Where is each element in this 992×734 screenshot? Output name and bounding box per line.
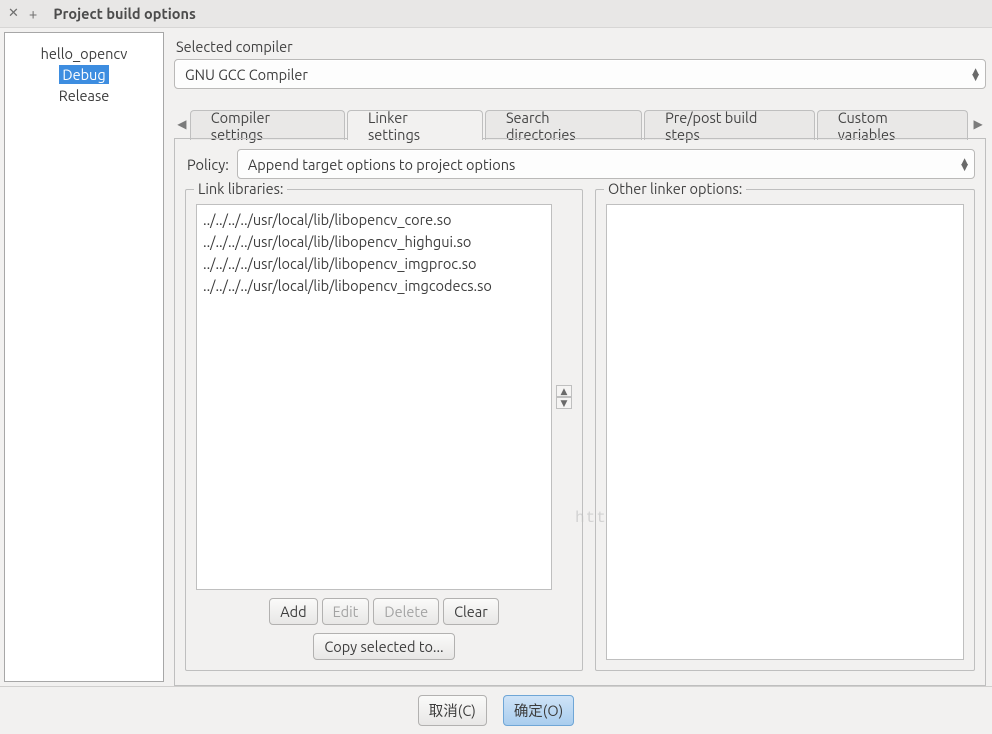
tab-underline — [174, 138, 986, 139]
ok-button[interactable]: 确定(O) — [503, 695, 574, 726]
compiler-select-value: GNU GCC Compiler — [185, 66, 308, 83]
other-linker-textarea[interactable] — [606, 204, 964, 660]
edit-button: Edit — [322, 598, 370, 625]
tab-content-linker: http://blog.csdn.net/ Policy: Append tar… — [174, 139, 986, 686]
tab-search-directories[interactable]: Search directories — [485, 110, 642, 140]
tab-compiler-settings[interactable]: Compiler settings — [190, 110, 345, 140]
list-item[interactable]: ../../../../usr/local/lib/libopencv_core… — [203, 209, 545, 231]
copy-selected-button[interactable]: Copy selected to... — [313, 633, 454, 660]
policy-select-value: Append target options to project options — [248, 156, 515, 173]
tab-scroll-right[interactable]: ▶ — [970, 109, 986, 139]
tab-linker-settings[interactable]: Linker settings — [347, 110, 483, 140]
reorder-spinner[interactable]: ▲ ▼ — [556, 204, 572, 590]
chevron-updown-icon: ▲▼ — [972, 68, 979, 80]
tabs-bar: ◀ Compiler settings Linker settings Sear… — [174, 105, 986, 139]
minimize-icon[interactable]: + — [29, 6, 37, 21]
close-icon[interactable]: ✕ — [8, 7, 19, 20]
tree-item-debug[interactable]: Debug — [5, 64, 163, 85]
tab-prepost-build[interactable]: Pre/post build steps — [644, 110, 815, 140]
target-tree: hello_opencv Debug Release — [4, 32, 164, 682]
tree-item-release[interactable]: Release — [5, 85, 163, 106]
link-libraries-legend: Link libraries: — [194, 180, 287, 197]
chevron-down-icon[interactable]: ▼ — [556, 397, 572, 409]
policy-select[interactable]: Append target options to project options… — [237, 149, 975, 179]
list-item[interactable]: ../../../../usr/local/lib/libopencv_imgp… — [203, 253, 545, 275]
chevron-updown-icon: ▲▼ — [961, 158, 968, 170]
cancel-button[interactable]: 取消(C) — [418, 695, 487, 726]
tab-scroll-left[interactable]: ◀ — [174, 109, 190, 139]
tab-custom-variables[interactable]: Custom variables — [817, 110, 968, 140]
chevron-up-icon[interactable]: ▲ — [556, 385, 572, 397]
compiler-label: Selected compiler — [176, 38, 986, 55]
other-linker-group: Other linker options: — [595, 189, 975, 671]
tree-item-project[interactable]: hello_opencv — [5, 43, 163, 64]
link-libraries-list[interactable]: ../../../../usr/local/lib/libopencv_core… — [196, 204, 552, 590]
titlebar: ✕ + Project build options — [0, 0, 992, 28]
clear-button[interactable]: Clear — [443, 598, 499, 625]
dialog-button-bar: 取消(C) 确定(O) — [0, 686, 992, 734]
link-libraries-group: Link libraries: ../../../../usr/local/li… — [185, 189, 583, 671]
policy-label: Policy: — [187, 156, 229, 173]
list-item[interactable]: ../../../../usr/local/lib/libopencv_high… — [203, 231, 545, 253]
list-item[interactable]: ../../../../usr/local/lib/libopencv_imgc… — [203, 275, 545, 297]
compiler-select[interactable]: GNU GCC Compiler ▲▼ — [174, 59, 986, 89]
window-title: Project build options — [53, 5, 195, 22]
other-linker-legend: Other linker options: — [604, 180, 746, 197]
add-button[interactable]: Add — [269, 598, 317, 625]
delete-button: Delete — [373, 598, 439, 625]
